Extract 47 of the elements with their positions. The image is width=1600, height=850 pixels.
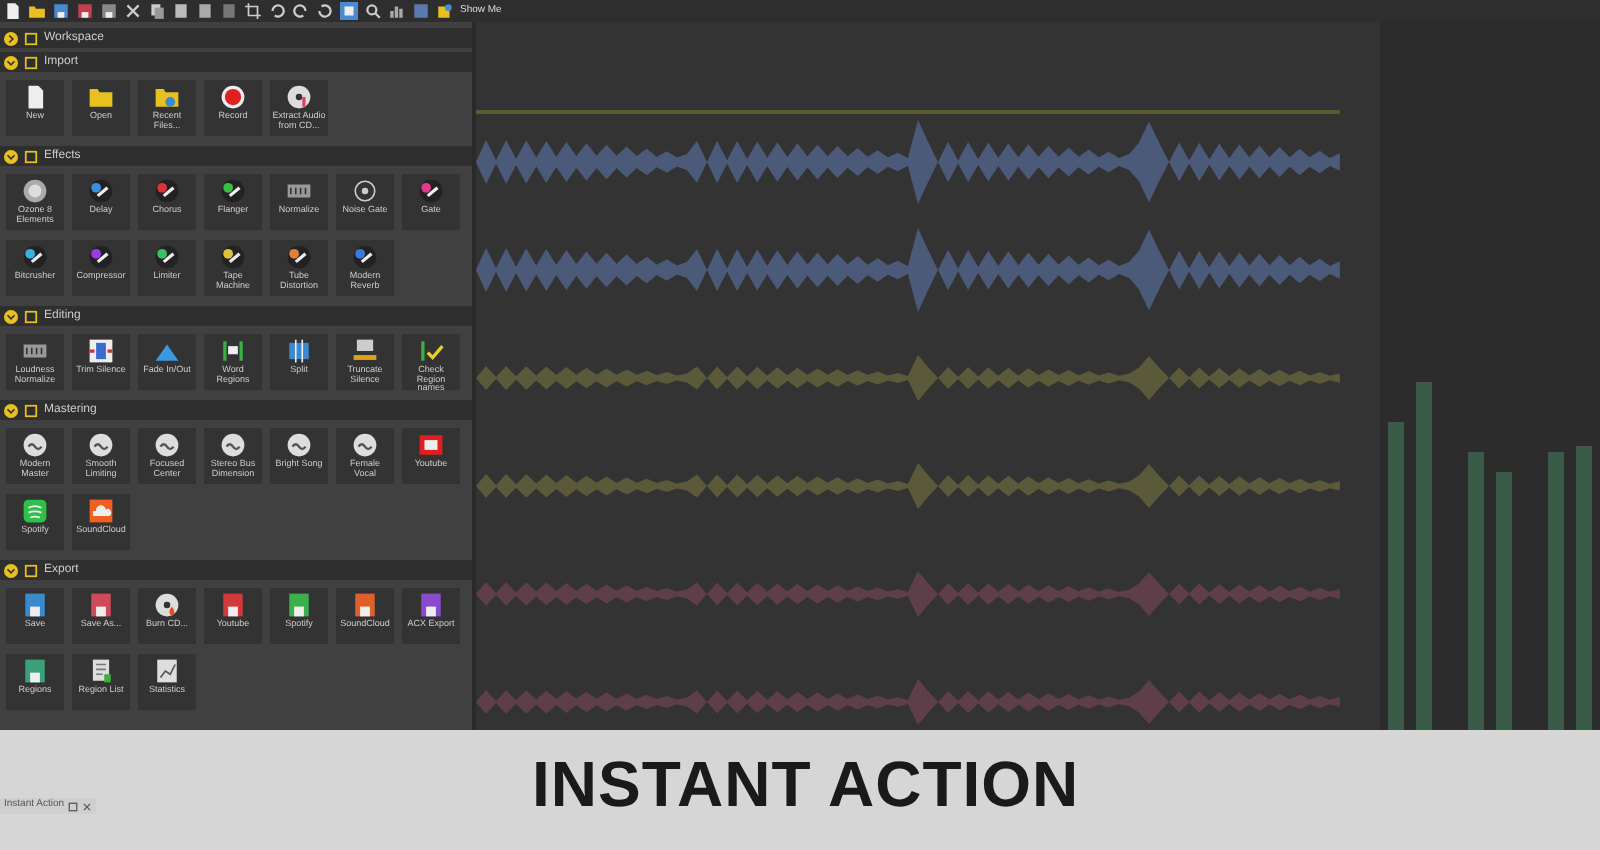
- trim-icon: [88, 338, 114, 364]
- gate-icon: [352, 178, 378, 204]
- list-icon: [88, 658, 114, 684]
- undo-icon[interactable]: [268, 2, 286, 20]
- disc-flame-icon: [154, 592, 180, 618]
- preset-icon: [88, 432, 114, 458]
- expand-toggle-icon[interactable]: [4, 55, 18, 69]
- expand-toggle-icon[interactable]: [4, 563, 18, 577]
- preset-icon: [22, 432, 48, 458]
- repeat-icon[interactable]: [316, 2, 334, 20]
- flag-check-icon: [418, 338, 444, 364]
- expand-toggle-icon[interactable]: [4, 149, 18, 163]
- expand-toggle-icon[interactable]: [4, 31, 18, 45]
- copy-icon[interactable]: [148, 2, 166, 20]
- section-icon: [24, 403, 38, 417]
- floppy-icon[interactable]: [100, 2, 118, 20]
- region-flags-icon: [220, 338, 246, 364]
- section-icon: [24, 309, 38, 323]
- folder-icon: [88, 84, 114, 110]
- caption-title: INSTANT ACTION: [532, 752, 1080, 816]
- preset-icon: [286, 432, 312, 458]
- preset-icon: [154, 432, 180, 458]
- floppy-icon[interactable]: [52, 2, 70, 20]
- section-icon: [24, 149, 38, 163]
- disc-icon: [286, 84, 312, 110]
- preset-icon: [352, 432, 378, 458]
- record-icon: [220, 84, 246, 110]
- crop-icon[interactable]: [244, 2, 262, 20]
- floppy-icon[interactable]: [76, 2, 94, 20]
- cloud-icon: [88, 498, 114, 524]
- help-icon[interactable]: [436, 2, 454, 20]
- close-icon[interactable]: [82, 801, 93, 811]
- search-icon[interactable]: [364, 2, 382, 20]
- redo-icon[interactable]: [292, 2, 310, 20]
- maximize-icon[interactable]: [68, 801, 79, 811]
- wave-lines-icon: [22, 498, 48, 524]
- expand-toggle-icon[interactable]: [4, 403, 18, 417]
- play-icon: [418, 432, 444, 458]
- truncate-icon: [352, 338, 378, 364]
- folder-clock-icon: [154, 84, 180, 110]
- bar-graph-icon[interactable]: [388, 2, 406, 20]
- dial-icon: [22, 178, 48, 204]
- section-icon: [24, 563, 38, 577]
- preset-icon: [220, 432, 246, 458]
- split-icon: [286, 338, 312, 364]
- expand-toggle-icon[interactable]: [4, 309, 18, 323]
- chart-icon: [154, 658, 180, 684]
